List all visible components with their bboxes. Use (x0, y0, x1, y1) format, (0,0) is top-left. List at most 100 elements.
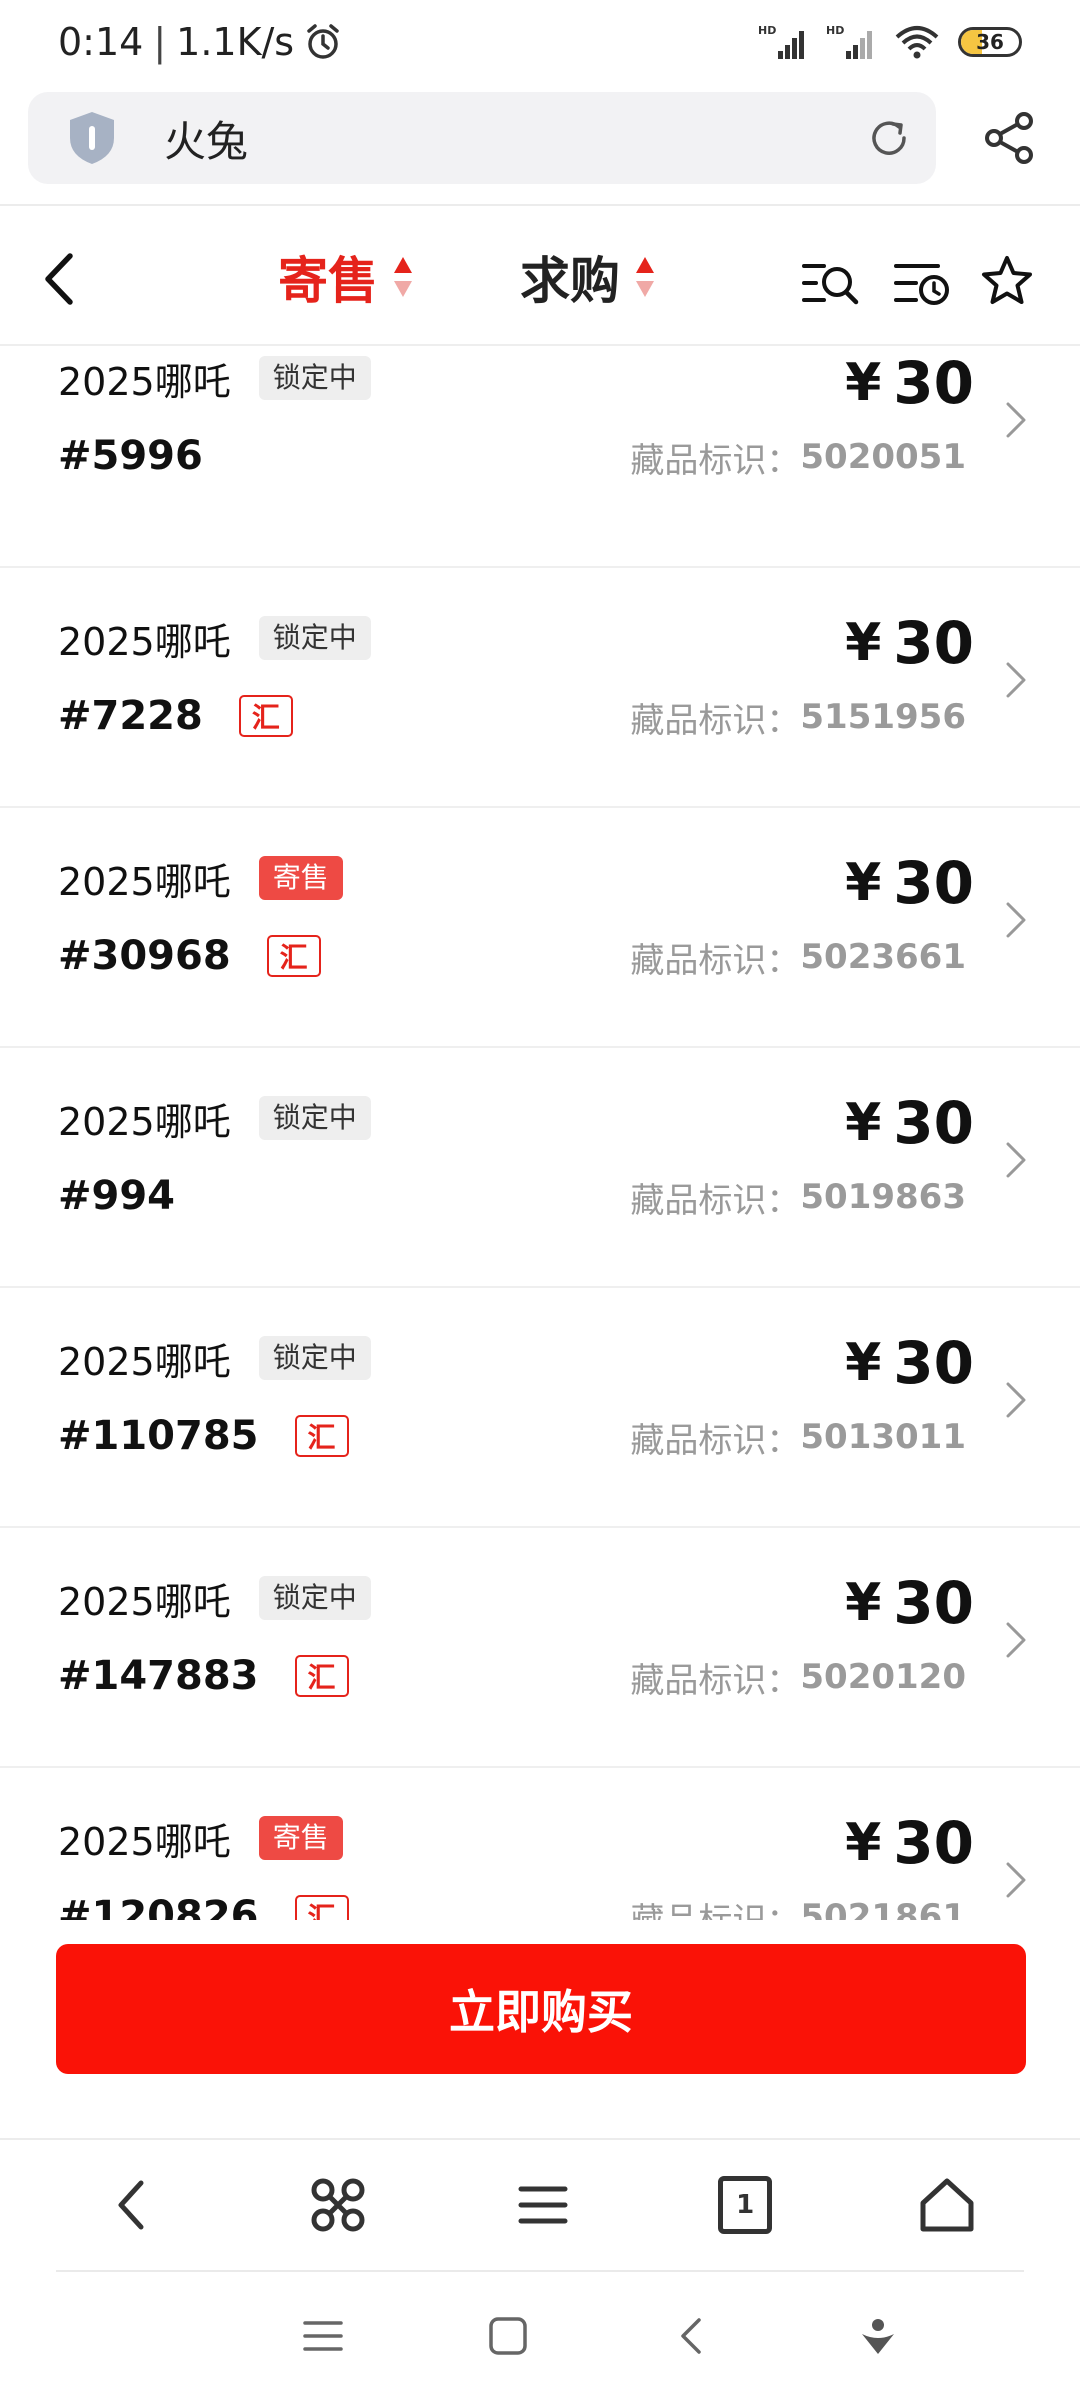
collection-id-label: 藏品标识： (630, 1180, 801, 1221)
item-title: 2025哪吒 锁定中 (58, 1332, 371, 1384)
nav-assistant-icon[interactable] (856, 2314, 900, 2358)
item-serial: #120826 (58, 1893, 259, 1920)
price-value: 30 (893, 1569, 974, 1637)
sort-arrows-icon (394, 257, 412, 297)
battery-level: 36 (976, 30, 1004, 54)
item-title: 2025哪吒 锁定中 (58, 1092, 371, 1144)
collection-id: 藏品标识： 5151956 (630, 692, 966, 742)
chevron-right-icon[interactable] (1004, 900, 1028, 940)
item-name: 2025哪吒 (58, 619, 231, 664)
list-item[interactable]: 2025哪吒 锁定中 #994 ¥30 藏品标识： 5019863 (0, 1048, 1080, 1288)
chevron-right-icon[interactable] (1004, 400, 1028, 440)
chevron-right-icon[interactable] (1004, 1140, 1028, 1180)
item-price: ¥30 (845, 1328, 974, 1398)
currency-symbol: ¥ (845, 353, 882, 413)
hui-tag: 汇 (294, 1415, 349, 1457)
item-serial: #7228 (58, 693, 203, 739)
chevron-right-icon[interactable] (1004, 1380, 1028, 1420)
browser-back-icon[interactable] (103, 2175, 163, 2235)
collection-id-label: 藏品标识： (630, 1660, 801, 1701)
collection-id-value: 5151956 (800, 697, 966, 737)
list-item[interactable]: 2025哪吒 锁定中 #5996 ¥30 藏品标识： 5020051 (0, 348, 1080, 568)
item-name: 2025哪吒 (58, 359, 231, 404)
menu-icon[interactable] (513, 2175, 573, 2235)
hui-tag: 汇 (238, 695, 293, 737)
address-text[interactable]: 火兔 (164, 108, 866, 169)
collection-id-label: 藏品标识： (630, 1893, 800, 1921)
price-value: 30 (893, 349, 974, 417)
item-price: ¥30 (845, 348, 974, 418)
collection-id-value: 5023661 (800, 937, 966, 977)
list-item[interactable]: 2025哪吒 锁定中 #110785 汇 ¥30 藏品标识： 5013011 (0, 1288, 1080, 1528)
status-left: 0:14 | 1.1K/s (58, 20, 342, 64)
battery-icon: 36 (958, 27, 1022, 57)
currency-symbol: ¥ (845, 1093, 882, 1153)
share-icon[interactable] (982, 111, 1036, 165)
tabs-icon[interactable]: 1 (718, 2176, 773, 2234)
item-number: #120826 汇 (58, 1888, 349, 1920)
status-badge: 锁定中 (258, 1576, 371, 1620)
command-icon[interactable] (308, 2175, 368, 2235)
chevron-right-icon[interactable] (1004, 1860, 1028, 1900)
list-item[interactable]: 2025哪吒 寄售 #30968 汇 ¥30 藏品标识： 5023661 (0, 808, 1080, 1048)
nav-home-icon[interactable] (486, 2314, 530, 2358)
tab-purchase-label: 求购 (520, 252, 620, 310)
chevron-right-icon[interactable] (1004, 1620, 1028, 1660)
status-badge: 寄售 (258, 856, 343, 900)
collection-id: 藏品标识： 5020120 (630, 1652, 966, 1702)
collection-id-label: 藏品标识： (630, 940, 801, 981)
item-price: ¥30 (845, 1088, 974, 1158)
item-price: ¥30 (845, 608, 974, 678)
status-separator: | (153, 20, 167, 64)
item-title: 2025哪吒 锁定中 (58, 612, 371, 664)
list-item[interactable]: 2025哪吒 锁定中 #7228 汇 ¥30 藏品标识： 5151956 (0, 568, 1080, 808)
item-name: 2025哪吒 (58, 1339, 231, 1384)
history-list-icon[interactable] (894, 258, 952, 308)
status-badge: 锁定中 (258, 616, 371, 660)
chevron-right-icon[interactable] (1004, 660, 1028, 700)
status-speed: 1.1K/s (176, 20, 295, 64)
item-title: 2025哪吒 锁定中 (58, 1572, 371, 1624)
currency-symbol: ¥ (845, 1813, 882, 1873)
hui-tag: 汇 (294, 1655, 349, 1697)
item-serial: #994 (58, 1173, 176, 1219)
item-number: #30968 汇 (58, 928, 321, 984)
tab-purchase-request[interactable]: 求购 (520, 242, 656, 312)
tab-consignment[interactable]: 寄售 (278, 242, 414, 312)
status-bar: 0:14 | 1.1K/s HD HD 36 (0, 0, 1080, 84)
collection-id-value: 5021861 (800, 1897, 966, 1920)
price-value: 30 (893, 1329, 974, 1397)
address-bar[interactable]: 火兔 (28, 92, 936, 184)
app-screen: 0:14 | 1.1K/s HD HD 36 火兔 寄售 求购 2025哪吒 锁… (0, 0, 1080, 2400)
list-item[interactable]: 2025哪吒 锁定中 #147883 汇 ¥30 藏品标识： 5020120 (0, 1528, 1080, 1768)
item-name: 2025哪吒 (58, 1579, 231, 1624)
item-serial: #30968 (58, 933, 231, 979)
home-icon[interactable] (917, 2175, 977, 2235)
collection-id-value: 5019863 (800, 1177, 966, 1217)
currency-symbol: ¥ (845, 1333, 882, 1393)
item-title: 2025哪吒 寄售 (58, 852, 343, 904)
nav-menu-icon[interactable] (301, 2314, 345, 2358)
buy-now-button[interactable]: 立即购买 (56, 1944, 1026, 2074)
signal-hd-label: HD (826, 24, 844, 37)
list-item[interactable]: 2025哪吒寄售 #120826 汇 ¥30 藏品标识：5021861 (0, 1768, 1080, 1920)
item-price: ¥30 (845, 1568, 974, 1638)
item-serial: #147883 (58, 1653, 259, 1699)
hui-tag: 汇 (266, 935, 321, 977)
status-right: HD HD 36 (758, 23, 1022, 61)
item-name: 2025哪吒 (58, 859, 231, 904)
item-name: 2025哪吒 (58, 1099, 231, 1144)
search-list-icon[interactable] (802, 258, 860, 308)
shield-icon[interactable] (66, 110, 118, 166)
star-icon[interactable] (980, 254, 1034, 308)
item-price: ¥30 (845, 848, 974, 918)
nav-back-icon[interactable] (671, 2314, 715, 2358)
back-icon[interactable] (38, 250, 80, 308)
reload-icon[interactable] (866, 115, 912, 161)
status-time: 0:14 (58, 20, 144, 64)
collection-id: 藏品标识： 5023661 (630, 932, 966, 982)
address-row: 火兔 (0, 90, 1080, 186)
listing: 2025哪吒 锁定中 #5996 ¥30 藏品标识： 5020051 2025哪吒 锁定中 #7… (0, 348, 1080, 1920)
signal-icon: HD (826, 24, 872, 59)
collection-id: 藏品标识： 5019863 (630, 1172, 966, 1222)
